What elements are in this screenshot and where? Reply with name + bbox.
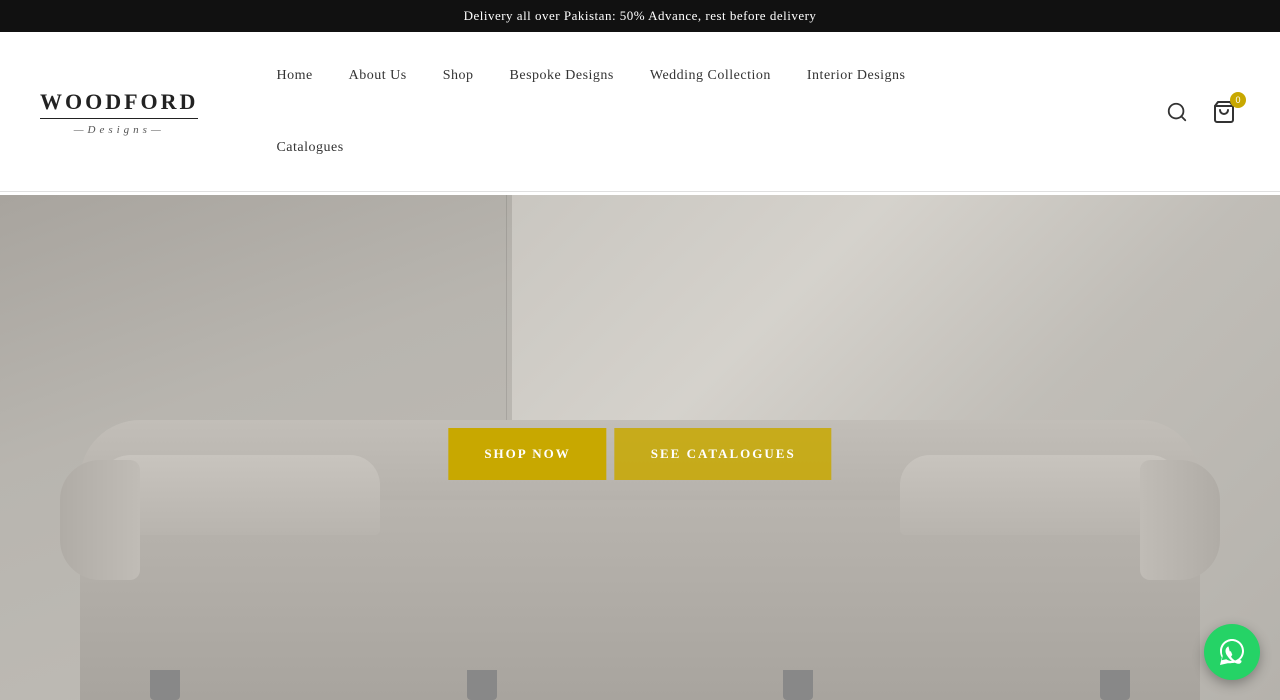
logo-brand: WOODFORD xyxy=(40,89,198,115)
sofa-legs xyxy=(150,670,1130,700)
nav-row-top: Home About Us Shop Bespoke Designs Weddi… xyxy=(258,60,1162,92)
see-catalogues-button[interactable]: SEE CATALOGUES xyxy=(615,428,832,480)
cart-count: 0 xyxy=(1230,92,1246,108)
nav-row-bottom: Catalogues xyxy=(258,132,1162,164)
cart-button[interactable]: 0 xyxy=(1208,96,1240,128)
main-nav: Home About Us Shop Bespoke Designs Weddi… xyxy=(258,60,1162,164)
nav-about[interactable]: About Us xyxy=(331,60,425,92)
sofa-leg xyxy=(150,670,180,700)
search-icon xyxy=(1166,101,1188,123)
nav-wedding[interactable]: Wedding Collection xyxy=(632,60,789,92)
nav-interior[interactable]: Interior Designs xyxy=(789,60,924,92)
header-divider xyxy=(0,191,1280,192)
sofa-leg xyxy=(783,670,813,700)
cta-area: SHOP NOW SEE CATALOGUES xyxy=(448,428,831,480)
header-icons: 0 xyxy=(1162,96,1240,128)
sofa-leg xyxy=(467,670,497,700)
search-button[interactable] xyxy=(1162,97,1192,127)
nav-catalogues[interactable]: Catalogues xyxy=(258,132,361,164)
announcement-bar: Delivery all over Pakistan: 50% Advance,… xyxy=(0,0,1280,32)
shop-now-button[interactable]: SHOP NOW xyxy=(448,428,606,480)
nav-bespoke[interactable]: Bespoke Designs xyxy=(492,60,632,92)
nav-shop[interactable]: Shop xyxy=(425,60,492,92)
sofa-arm-right xyxy=(1140,460,1220,580)
sofa-cushion-right xyxy=(900,455,1180,535)
sofa-cushion-left xyxy=(100,455,380,535)
logo[interactable]: WOODFORD —Designs— xyxy=(40,89,198,136)
nav-home[interactable]: Home xyxy=(258,60,330,92)
hero-section: SHOP NOW SEE CATALOGUES xyxy=(0,195,1280,700)
logo-line xyxy=(40,118,198,119)
whatsapp-icon xyxy=(1216,636,1248,668)
sofa-leg xyxy=(1100,670,1130,700)
header: WOODFORD —Designs— Home About Us Shop Be… xyxy=(0,32,1280,192)
whatsapp-button[interactable] xyxy=(1204,624,1260,680)
announcement-text: Delivery all over Pakistan: 50% Advance,… xyxy=(464,8,817,23)
sofa-arm-left xyxy=(60,460,140,580)
logo-sub: —Designs— xyxy=(74,124,165,136)
